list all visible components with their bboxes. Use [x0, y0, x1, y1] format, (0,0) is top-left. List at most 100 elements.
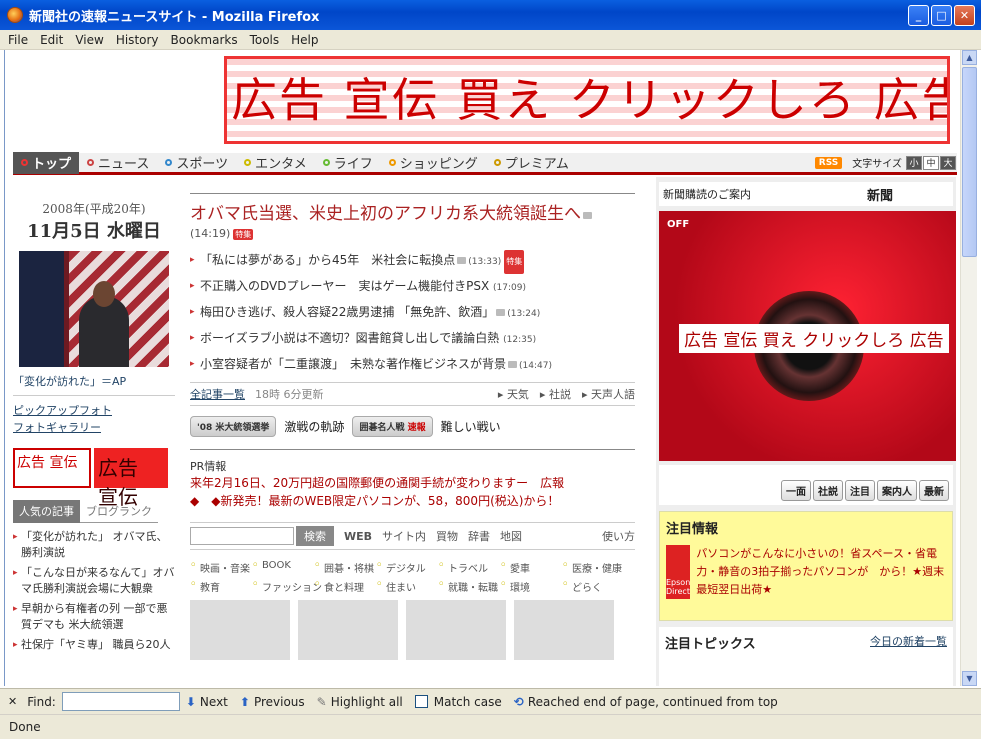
- match-case-checkbox[interactable]: [414, 695, 428, 708]
- category-link[interactable]: 映画・音楽: [190, 560, 252, 575]
- list-item[interactable]: 「変化が訪れた」 オバマ氏、勝利演説: [13, 529, 175, 561]
- close-button[interactable]: ✕: [954, 5, 975, 26]
- category-link[interactable]: 食と料理: [314, 579, 376, 594]
- news-item[interactable]: 「私には夢がある」から45年 米社会に転換点(13:33)特集: [190, 248, 635, 274]
- category-link[interactable]: 住まい: [376, 579, 438, 594]
- camera-ad[interactable]: OFF 広告 宣伝 買え クリックしろ 広告: [659, 211, 956, 461]
- election-button[interactable]: '08 米大統領選挙: [190, 416, 277, 437]
- photo-caption[interactable]: 「変化が訪れた」＝AP: [13, 373, 175, 389]
- side-ad-2[interactable]: 広告 宣伝: [94, 448, 168, 509]
- category-link[interactable]: 教育: [190, 579, 252, 594]
- nav-sports[interactable]: スポーツ: [157, 152, 236, 174]
- thumbnail[interactable]: [190, 600, 290, 660]
- thumbnail[interactable]: [406, 600, 506, 660]
- attention-text[interactable]: パソコンがこんなに小さいの！省スペース・省電力・静音の3拍子揃ったパソコンが か…: [696, 545, 946, 599]
- search-tab-shopping[interactable]: 買物: [436, 528, 458, 544]
- nav-news[interactable]: ニュース: [79, 152, 157, 174]
- category-link[interactable]: トラベル: [438, 560, 500, 575]
- sound-off-icon[interactable]: OFF: [667, 219, 689, 230]
- category-link[interactable]: ファッション: [252, 579, 322, 594]
- menu-bookmarks[interactable]: Bookmarks: [171, 33, 238, 47]
- go-button[interactable]: 囲碁名人戦 速報: [352, 416, 433, 437]
- scroll-up-icon[interactable]: ▲: [962, 50, 977, 65]
- nav-shopping[interactable]: ショッピング: [381, 152, 486, 174]
- topics-link[interactable]: 今日の新着一覧: [870, 633, 947, 681]
- search-tab-dictionary[interactable]: 辞書: [468, 528, 490, 544]
- shortcut-front[interactable]: 一面: [781, 480, 811, 501]
- category-link[interactable]: 愛車: [500, 560, 562, 575]
- go-text[interactable]: 難しい戦い: [441, 418, 501, 435]
- category-link[interactable]: 医療・健康: [562, 560, 624, 575]
- category-links: 映画・音楽 BOOK 囲碁・将棋 デジタル トラベル 愛車 医療・健康 教育 フ…: [190, 560, 635, 594]
- maximize-button[interactable]: □: [931, 5, 952, 26]
- nav-entertainment[interactable]: エンタメ: [236, 152, 315, 174]
- menu-file[interactable]: File: [8, 33, 28, 47]
- category-link[interactable]: デジタル: [376, 560, 438, 575]
- shortcut-latest[interactable]: 最新: [919, 480, 949, 501]
- epson-logo[interactable]: Epson Direct: [666, 545, 691, 599]
- highlight-all-button[interactable]: Highlight all: [331, 695, 403, 709]
- category-link[interactable]: 囲碁・将棋: [314, 560, 376, 575]
- font-small-button[interactable]: 小: [906, 155, 922, 170]
- tab-popular[interactable]: 人気の記事: [13, 500, 80, 523]
- vertical-scrollbar[interactable]: ▲ ▼: [960, 50, 977, 686]
- photo-gallery-link[interactable]: フォトギャラリー: [13, 419, 175, 436]
- menu-tools[interactable]: Tools: [250, 33, 280, 47]
- search-tab-site[interactable]: サイト内: [382, 528, 426, 544]
- news-item[interactable]: 不正購入のDVDプレーヤー 実はゲーム機能付きPSX (17:09): [190, 274, 635, 300]
- find-next-button[interactable]: Next: [200, 695, 228, 709]
- pr-link-1[interactable]: 来年2月16日、20万円超の国際郵便の通関手続が変わりますー 広報: [190, 474, 635, 492]
- bullet-icon: [244, 159, 252, 166]
- election-text[interactable]: 激戦の軌跡: [284, 418, 344, 435]
- menu-history[interactable]: History: [116, 33, 159, 47]
- find-close-icon[interactable]: ✕: [8, 695, 17, 708]
- arrow-up-icon: ⬆: [239, 694, 250, 709]
- font-large-button[interactable]: 大: [940, 155, 956, 170]
- menu-view[interactable]: View: [75, 33, 103, 47]
- all-news-link[interactable]: 全記事一覧: [190, 386, 245, 402]
- pickup-photo-link[interactable]: ピックアップフォト: [13, 402, 175, 419]
- find-previous-button[interactable]: Previous: [254, 695, 305, 709]
- menu-help[interactable]: Help: [291, 33, 318, 47]
- weather-link[interactable]: ▸ 天気 ▸ 社説 ▸ 天声人語: [498, 386, 635, 402]
- news-photo[interactable]: [19, 251, 169, 367]
- scroll-down-icon[interactable]: ▼: [962, 671, 977, 686]
- shortcut-attention[interactable]: 注目: [845, 480, 875, 501]
- news-item[interactable]: 小室容疑者が「二重譲渡」 未熟な著作権ビジネスが背景(14:47): [190, 352, 635, 378]
- list-item[interactable]: 「こんな日が来るなんて」オバマ氏勝利演説会場に大観衆: [13, 565, 175, 597]
- news-item[interactable]: ボーイズラブ小説は不適切？図書館貸し出しで議論白熱 (12:35): [190, 326, 635, 352]
- thumbnail[interactable]: [514, 600, 614, 660]
- shortcut-guide[interactable]: 案内人: [877, 480, 917, 501]
- list-item[interactable]: 社保庁「ヤミ専」 職員ら20人: [13, 637, 175, 653]
- search-input[interactable]: [190, 527, 294, 545]
- scroll-thumb[interactable]: [962, 67, 977, 257]
- top-headline[interactable]: オバマ氏当選、米史上初のアフリカ系大統領誕生へ: [190, 194, 635, 226]
- find-input[interactable]: [61, 692, 180, 711]
- category-link[interactable]: BOOK: [252, 560, 314, 575]
- banner-ad[interactable]: 広告 宣伝 買え クリックしろ 広告 宣伝 買え クリックしろ: [224, 56, 950, 144]
- tab-blog-rank[interactable]: ブログランク: [80, 500, 158, 523]
- font-medium-button[interactable]: 中: [923, 155, 939, 170]
- nav-premium[interactable]: プレミアム: [486, 152, 577, 174]
- news-item[interactable]: 梅田ひき逃げ、殺人容疑22歳男逮捕 「無免許、飲酒」(13:24): [190, 300, 635, 326]
- menu-edit[interactable]: Edit: [40, 33, 63, 47]
- shortcut-editorial[interactable]: 社説: [813, 480, 843, 501]
- rss-button[interactable]: RSS: [814, 156, 843, 169]
- category-link[interactable]: 環境: [500, 579, 562, 594]
- bullet-icon: [87, 159, 95, 166]
- category-link[interactable]: 就職・転職: [438, 579, 500, 594]
- search-button[interactable]: 検索: [296, 526, 334, 546]
- search-help[interactable]: 使い方: [602, 528, 635, 544]
- subscribe-box[interactable]: 新聞購読のご案内 新聞: [659, 182, 953, 206]
- side-ad-1[interactable]: 広告 宣伝: [13, 448, 91, 488]
- search-tab-web[interactable]: WEB: [344, 530, 372, 543]
- category-link[interactable]: どらく: [562, 579, 624, 594]
- minimize-button[interactable]: _: [908, 5, 929, 26]
- nav-life[interactable]: ライフ: [315, 152, 381, 174]
- pr-link-2[interactable]: ◆ ◆新発売！最新のWEB限定パソコンが、58，800円(税込)から！: [190, 492, 635, 510]
- thumbnail[interactable]: [298, 600, 398, 660]
- match-case-label[interactable]: Match case: [434, 695, 502, 709]
- search-tab-map[interactable]: 地図: [500, 528, 522, 544]
- nav-top[interactable]: トップ: [13, 151, 80, 174]
- list-item[interactable]: 早朝から有権者の列 一部で悪質デマも 米大統領選: [13, 601, 175, 633]
